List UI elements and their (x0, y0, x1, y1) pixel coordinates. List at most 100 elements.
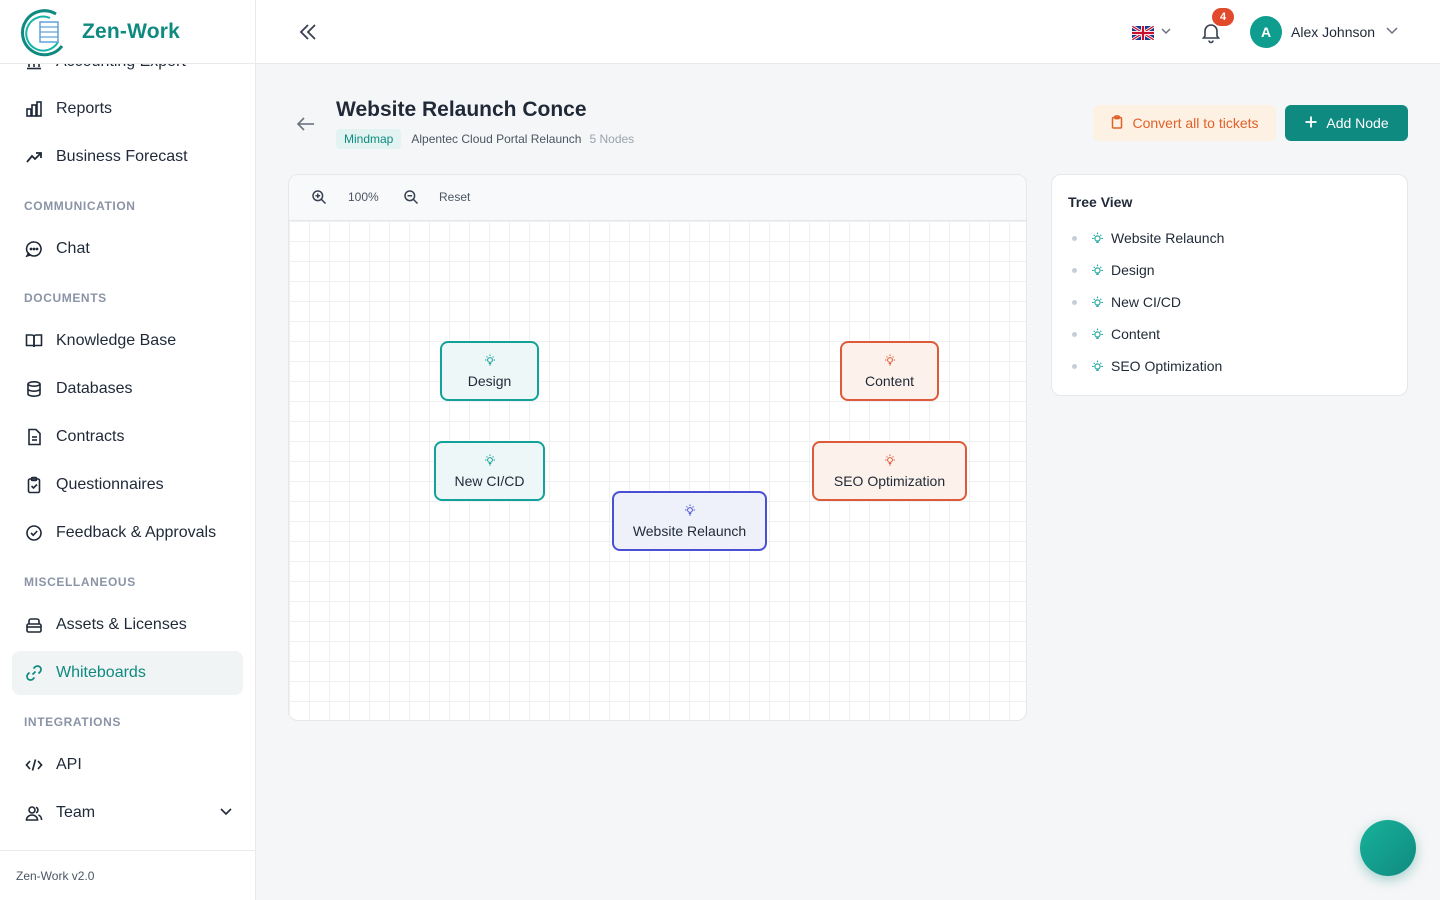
lightbulb-icon (1091, 359, 1105, 373)
topbar: 4 A Alex Johnson (256, 0, 1440, 64)
tree-item-label: SEO Optimization (1111, 358, 1223, 374)
mindmap-node-website-relaunch[interactable]: Website Relaunch (612, 491, 767, 551)
sidebar-item-label: Business Forecast (56, 148, 188, 165)
user-name: Alex Johnson (1291, 24, 1376, 40)
tree-item-label: Design (1111, 262, 1155, 278)
sidebar-item-chat[interactable]: Chat (12, 227, 243, 271)
lightbulb-icon (884, 353, 896, 367)
tree-item-seo-optimization[interactable]: SEO Optimization (1072, 356, 1222, 376)
tree-item-new-ci-cd[interactable]: New CI/CD (1072, 292, 1181, 312)
node-label: Website Relaunch (632, 523, 747, 539)
trend-up-icon (24, 147, 44, 167)
sidebar-item-databases[interactable]: Databases (12, 367, 243, 411)
check-circle-icon (24, 523, 44, 543)
database-icon (24, 379, 44, 399)
sidebar-item-questionnaires[interactable]: Questionnaires (12, 463, 243, 507)
bullet-dot (1072, 267, 1077, 273)
mindmap-canvas-card: 100% Reset Design Content New CI/CD SEO … (288, 174, 1027, 721)
mindmap-grid[interactable]: Design Content New CI/CD SEO Optimizatio… (289, 221, 1026, 720)
tree-item-content[interactable]: Content (1072, 324, 1160, 344)
sidebar-item-label: Feedback & Approvals (56, 524, 217, 541)
lightbulb-icon (484, 353, 496, 367)
tree-item-design[interactable]: Design (1072, 260, 1155, 280)
floating-action-button[interactable] (1360, 820, 1416, 876)
convert-all-to-tickets-button[interactable]: Convert all to tickets (1093, 105, 1276, 141)
type-chip: Mindmap (336, 129, 402, 149)
add-node-label: Add Node (1326, 115, 1389, 131)
clipboard-icon (1110, 114, 1124, 132)
user-menu[interactable]: A Alex Johnson (1250, 16, 1399, 48)
page-title: Website Relaunch Conce (336, 98, 587, 121)
sidebar: Zen-Work Accounting Export Reports Busin… (0, 0, 256, 900)
chat-icon (24, 239, 44, 259)
bar-chart-icon (24, 99, 44, 119)
sidebar-item-feedback-approvals[interactable]: Feedback & Approvals (12, 511, 243, 555)
brand[interactable]: Zen-Work (0, 0, 255, 64)
bullet-dot (1072, 363, 1077, 369)
code-icon (24, 755, 44, 775)
reset-zoom-button[interactable]: Reset (439, 190, 470, 204)
sidebar-item-label: Questionnaires (56, 476, 164, 493)
tree-view-card: Tree View Website Relaunch Design New CI… (1051, 174, 1408, 396)
convert-label: Convert all to tickets (1132, 115, 1259, 131)
tree-item-label: Website Relaunch (1111, 230, 1225, 246)
sidebar-item-contracts[interactable]: Contracts (12, 415, 243, 459)
sidebar-item-business-forecast[interactable]: Business Forecast (12, 135, 243, 179)
sidebar-item-reports[interactable]: Reports (12, 87, 243, 131)
sidebar-item-assets-licenses[interactable]: Assets & Licenses (12, 603, 243, 647)
sidebar-item-label: Knowledge Base (56, 332, 177, 349)
sidebar-item-knowledge-base[interactable]: Knowledge Base (12, 319, 243, 363)
sidebar-item-label: API (56, 756, 82, 773)
lightbulb-icon (1091, 295, 1105, 309)
mindmap-node-new-ci-cd[interactable]: New CI/CD (434, 441, 545, 501)
tree-view-title: Tree View (1068, 194, 1133, 210)
link-icon (24, 663, 44, 683)
sidebar-item-label: Contracts (56, 428, 125, 445)
mindmap-node-content[interactable]: Content (840, 341, 939, 401)
lightbulb-icon (1091, 231, 1105, 245)
users-icon (24, 803, 44, 823)
tree-item-label: New CI/CD (1111, 294, 1182, 310)
mindmap-node-design[interactable]: Design (440, 341, 539, 401)
canvas-toolbar: 100% Reset (289, 175, 1026, 221)
collapse-sidebar-icon[interactable] (296, 20, 320, 44)
bullet-dot (1072, 235, 1077, 241)
back-arrow-icon[interactable] (294, 112, 318, 136)
clipboard-icon (24, 475, 44, 495)
language-switcher[interactable] (1132, 24, 1172, 42)
sidebar-item-label: Chat (56, 240, 90, 257)
sidebar-item-label: Team (56, 804, 96, 821)
book-icon (24, 331, 44, 351)
sidebar-item-whiteboards[interactable]: Whiteboards (12, 651, 243, 695)
node-label: New CI/CD (454, 473, 525, 489)
document-icon (24, 427, 44, 447)
sidebar-item-team[interactable]: Team (12, 791, 243, 835)
tree-item-label: Content (1111, 326, 1161, 342)
zoom-out-icon[interactable] (403, 189, 419, 208)
sidebar-item-label: Reports (56, 100, 113, 117)
zoom-in-icon[interactable] (311, 189, 327, 208)
lightbulb-icon (1091, 263, 1105, 277)
bullet-dot (1072, 299, 1077, 305)
mindmap-node-seo-optimization[interactable]: SEO Optimization (812, 441, 967, 501)
page-meta: Mindmap Alpentec Cloud Portal Relaunch 5… (336, 129, 634, 149)
sidebar-item-label: Whiteboards (56, 664, 146, 681)
lightbulb-icon (684, 503, 696, 517)
bullet-dot (1072, 331, 1077, 337)
lightbulb-icon (1091, 327, 1105, 341)
plus-icon (1304, 115, 1318, 132)
chevron-down-icon (1385, 23, 1399, 42)
version-label: Zen-Work v2.0 (0, 850, 255, 900)
avatar: A (1250, 16, 1282, 48)
uk-flag-icon (1132, 26, 1154, 40)
sidebar-item-api[interactable]: API (12, 743, 243, 787)
tree-item-website-relaunch[interactable]: Website Relaunch (1072, 228, 1224, 248)
add-node-button[interactable]: Add Node (1285, 105, 1408, 141)
project-name: Alpentec Cloud Portal Relaunch (411, 132, 582, 146)
chevron-down-icon (1160, 24, 1172, 42)
chevron-down-icon[interactable] (219, 804, 233, 823)
box-icon (24, 615, 44, 635)
node-label: Design (467, 373, 512, 389)
zoom-level: 100% (348, 190, 379, 204)
section-documents: DOCUMENTS (24, 291, 107, 305)
